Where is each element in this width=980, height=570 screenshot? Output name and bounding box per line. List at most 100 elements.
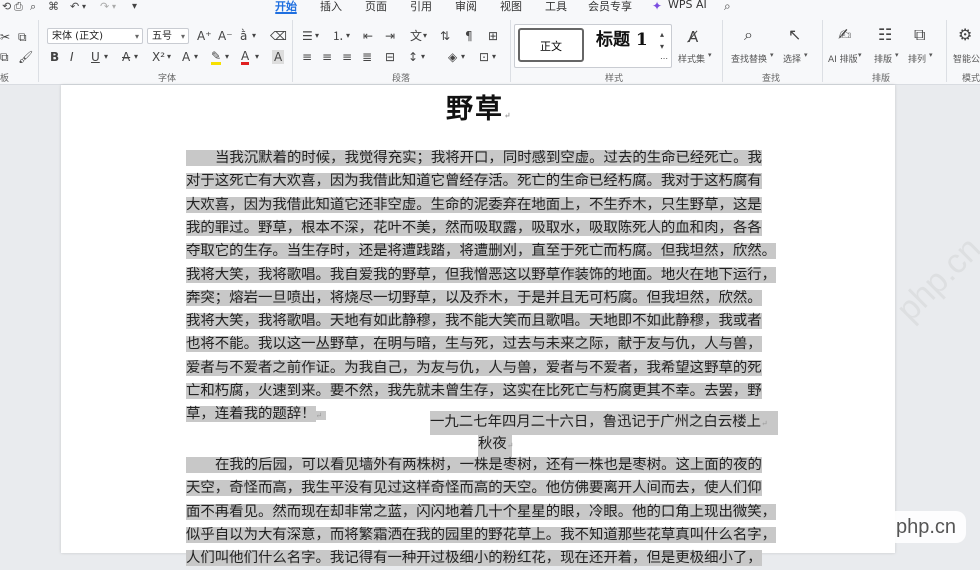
char-shading-icon[interactable]: A [272, 50, 285, 64]
bullet-list-icon[interactable]: ☰ [302, 29, 313, 43]
shading-icon[interactable]: ◈ [448, 50, 457, 64]
wps-ai-icon[interactable]: ✦ [652, 0, 662, 13]
table-borders-icon[interactable]: ⊞ [488, 29, 498, 43]
justify-icon[interactable]: ≣ [362, 50, 372, 64]
underline-dropdown-icon[interactable]: ▾ [104, 50, 108, 64]
borders-icon[interactable]: ⊡ [479, 50, 489, 64]
grow-font-icon[interactable]: A⁺ [197, 29, 212, 43]
font-color-icon[interactable]: A [241, 50, 250, 65]
select-button[interactable]: 选择 [783, 52, 801, 65]
copy-icon[interactable]: ⧉ [18, 30, 27, 44]
arrange-dropdown-icon[interactable]: ▾ [929, 51, 933, 59]
strikethrough-dropdown-icon[interactable]: ▾ [134, 50, 138, 64]
line-spacing-dropdown-icon[interactable]: ▾ [421, 50, 425, 64]
increase-indent-icon[interactable]: ⇥ [385, 29, 395, 43]
underline-icon[interactable]: U [91, 50, 100, 64]
text-line: 也将不能。我以这一丛野草，在明与暗，生与死，过去与未来之际，献于友与仇，人与兽， [186, 333, 762, 356]
borders-dropdown-icon[interactable]: ▾ [492, 50, 496, 64]
search-icon[interactable]: ⌕ [724, 0, 731, 13]
numbered-dropdown-icon[interactable]: ▾ [346, 29, 350, 43]
tab-view[interactable]: 视图 [500, 0, 522, 14]
layout-button[interactable]: 排版 [874, 52, 892, 65]
document-title[interactable]: 野草↵ [446, 87, 513, 126]
format-painter-quick-icon[interactable]: ⌘ [48, 0, 59, 14]
find-replace-button[interactable]: 查找替换 [731, 52, 767, 65]
tab-tools[interactable]: 工具 [545, 0, 567, 14]
chinese-layout-dropdown-icon[interactable]: ▾ [423, 29, 427, 43]
undo-icon[interactable]: ↶ [70, 0, 79, 14]
print-icon[interactable]: ⎙ [14, 0, 23, 14]
ai-layout-button[interactable]: AI 排版 [828, 52, 858, 65]
redo-icon[interactable]: ↷ [100, 0, 109, 14]
chinese-layout-icon[interactable]: 文 [410, 29, 422, 43]
style-heading1[interactable]: 标题 1 [596, 32, 648, 49]
align-center-icon[interactable]: ≡ [322, 50, 332, 64]
sort-icon[interactable]: ⇅ [440, 29, 450, 43]
undo-dropdown-icon[interactable]: ▾ [82, 0, 86, 14]
cut-icon[interactable]: ✂ [0, 30, 10, 44]
ai-layout-icon[interactable]: ✍ [838, 27, 851, 43]
font-size-select[interactable]: 五号 ▾ [147, 28, 189, 44]
format-painter-icon[interactable]: 🖌 [18, 50, 33, 64]
ai-layout-dropdown-icon[interactable]: ▾ [858, 51, 862, 59]
select-dropdown-icon[interactable]: ▾ [804, 51, 808, 59]
align-right-icon[interactable]: ≡ [342, 50, 352, 64]
superscript-icon[interactable]: X² [152, 50, 165, 64]
tab-insert[interactable]: 插入 [320, 0, 342, 14]
find-dropdown-icon[interactable]: ▾ [770, 51, 774, 59]
clear-format-icon[interactable]: ⌫ [270, 29, 287, 43]
redo-dropdown-icon[interactable]: ▾ [112, 0, 116, 14]
font-color-dropdown-icon[interactable]: ▾ [255, 50, 259, 64]
styleset-dropdown-icon[interactable]: ▾ [708, 51, 712, 59]
tab-wps-ai[interactable]: WPS AI [668, 0, 707, 11]
styleset-button[interactable]: 样式集 [678, 52, 705, 65]
decrease-indent-icon[interactable]: ⇤ [363, 29, 373, 43]
text-line: 草，连着我的题辞！↵ [186, 403, 327, 427]
shading-dropdown-icon[interactable]: ▾ [461, 50, 465, 64]
highlight-dropdown-icon[interactable]: ▾ [225, 50, 229, 64]
superscript-dropdown-icon[interactable]: ▾ [167, 50, 171, 64]
phonetic-guide-icon[interactable]: ằ [240, 29, 247, 43]
align-left-icon[interactable]: ≡ [302, 50, 312, 64]
tab-review[interactable]: 审阅 [455, 0, 477, 14]
styleset-icon[interactable]: A̸ [688, 30, 698, 45]
tab-references[interactable]: 引用 [410, 0, 432, 14]
text-line-content: 天空，奇怪而高，我生平没有见过这样奇怪而高的天空。他仿佛要离开人间而去，使人们仰 [186, 480, 762, 497]
highlight-icon[interactable]: ✎ [211, 50, 222, 65]
arrange-button[interactable]: 排列 [908, 52, 926, 65]
distribute-icon[interactable]: ⊟ [385, 50, 395, 64]
print-preview-icon[interactable]: ⌕ [30, 0, 36, 14]
signature-line[interactable]: 一九二七年四月二十六日，鲁迅记于广州之白云楼上↵ [430, 411, 778, 435]
undo-history-icon[interactable]: ⟲ [2, 0, 11, 14]
arrange-icon[interactable]: ⧉ [914, 27, 925, 43]
smart-format-button[interactable]: 智能公 [953, 52, 980, 65]
text-effect-dropdown-icon[interactable]: ▾ [194, 50, 198, 64]
text-line: 人们叫他们什么名字。我记得有一种开过极细小的粉红花，现在还开着，但是更极细小了， [186, 547, 762, 570]
tab-page[interactable]: 页面 [365, 0, 387, 14]
italic-icon[interactable]: I [70, 50, 74, 64]
style-more-icon[interactable]: ⋯ [660, 52, 668, 66]
text-line-content: 似乎自以为大有深意，而将繁霜洒在我的园里的野花草上。我不知道那些花草真叫什么名字… [186, 526, 777, 543]
smart-format-icon[interactable]: ⚙ [958, 27, 972, 43]
text-line: 我将大笑，我将歌唱。天地有如此静穆，我不能大笑而且歌唱。天地即不如此静穆，我或者 [186, 310, 762, 333]
find-replace-icon[interactable]: ⌕ [744, 27, 753, 43]
text-line-content: 我的罪过。野草，根本不深，花叶不美，然而吸取露，吸取水，吸取陈死人的血和肉，各各 [186, 219, 762, 236]
phonetic-dropdown-icon[interactable]: ▾ [252, 29, 256, 43]
paste-icon[interactable]: ⧉ [0, 50, 9, 64]
select-cursor-icon[interactable]: ↖ [788, 27, 801, 43]
font-family-select[interactable]: 宋体 (正文) ▾ [47, 28, 143, 44]
numbered-list-icon[interactable]: ⒈ [332, 29, 344, 43]
show-marks-icon[interactable]: ¶ [465, 29, 473, 43]
bold-icon[interactable]: B [50, 50, 59, 64]
text-effect-icon[interactable]: A [182, 50, 190, 64]
more-dropdown-icon[interactable]: ▾ [132, 0, 137, 14]
bullet-dropdown-icon[interactable]: ▾ [315, 29, 319, 43]
strikethrough-icon[interactable]: A [122, 50, 130, 64]
shrink-font-icon[interactable]: A⁻ [218, 29, 233, 43]
tab-member[interactable]: 会员专享 [588, 0, 632, 14]
layout-dropdown-icon[interactable]: ▾ [895, 51, 899, 59]
text-line: 我将大笑，我将歌唱。我自爱我的野草，但我憎恶这以野草作装饰的地面。地火在地下运行… [186, 264, 777, 287]
style-normal[interactable]: 正文 [518, 28, 584, 62]
line-spacing-icon[interactable]: ↕ [408, 50, 418, 64]
layout-icon[interactable]: ☷ [878, 27, 892, 43]
